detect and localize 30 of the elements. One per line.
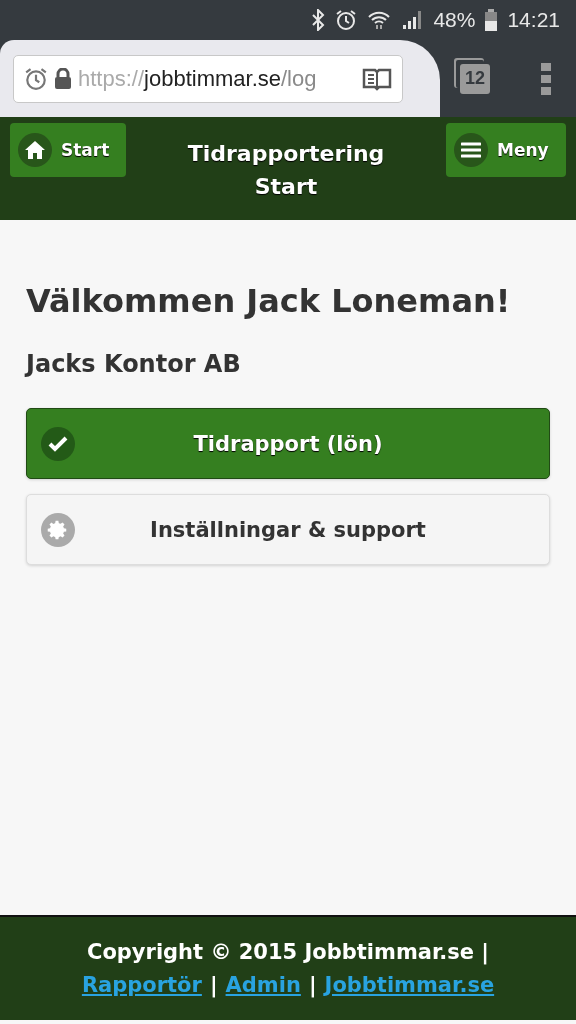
battery-icon xyxy=(485,9,498,31)
start-button[interactable]: Start xyxy=(10,123,126,177)
signal-icon xyxy=(401,9,424,31)
welcome-heading: Välkommen Jack Loneman! xyxy=(26,282,512,320)
menu-icon xyxy=(454,133,488,167)
footer-link[interactable]: Rapportör xyxy=(81,968,202,1002)
battery-percentage: 48% xyxy=(433,8,476,32)
gear-icon xyxy=(41,512,75,547)
bluetooth-icon xyxy=(311,9,326,31)
more-options-icon[interactable] xyxy=(540,62,552,95)
alarm-icon xyxy=(24,66,48,91)
reader-mode-icon[interactable] xyxy=(362,66,392,91)
action-button[interactable]: Inställningar & support xyxy=(26,494,550,565)
page-title: Tidrapportering Start xyxy=(186,140,386,201)
footer-link[interactable]: Admin xyxy=(225,968,301,1002)
lock-icon xyxy=(54,67,72,90)
separator-text: | xyxy=(209,971,218,1000)
address-bar[interactable]: https://jobbtimmar.se/log xyxy=(13,54,403,103)
menu-button[interactable]: Meny xyxy=(446,123,566,177)
url-text: https://jobbtimmar.se/log xyxy=(78,65,318,92)
company-name: Jacks Kontor AB xyxy=(26,350,242,378)
action-button[interactable]: Tidrapport (lön) xyxy=(26,408,550,479)
wifi-icon xyxy=(367,9,392,31)
footer-link[interactable]: Jobbtimmar.se xyxy=(324,968,495,1002)
copyright-text: Copyright © 2015 Jobbtimmar.se | xyxy=(86,938,490,967)
checkmark-icon xyxy=(41,426,75,461)
clock-time: 14:21 xyxy=(507,8,560,32)
separator-text: | xyxy=(308,971,317,1000)
home-icon xyxy=(18,133,52,167)
alarm-icon xyxy=(335,9,358,31)
